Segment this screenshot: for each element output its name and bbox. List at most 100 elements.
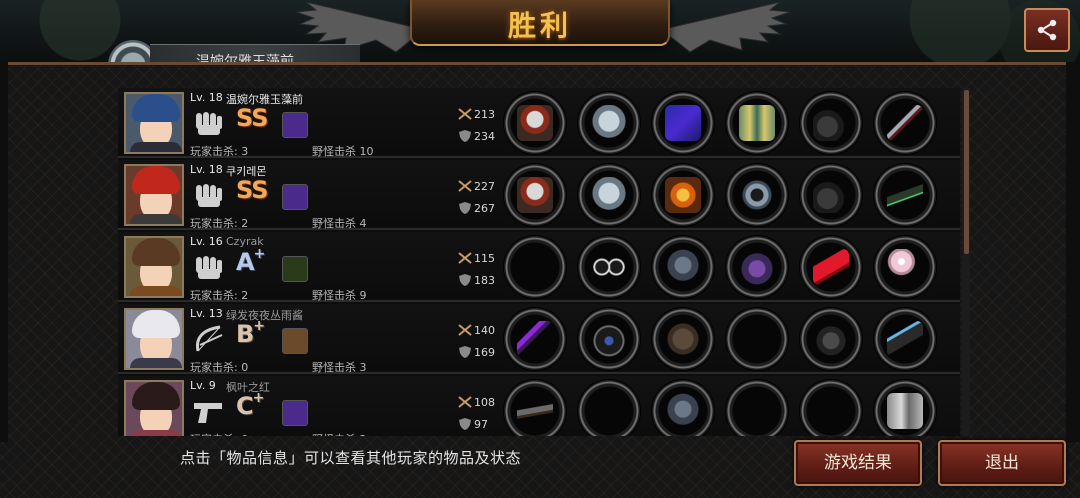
item-slot[interactable] xyxy=(874,164,936,226)
panel-top-border xyxy=(0,62,1080,65)
dark-helmet-icon xyxy=(591,321,627,357)
item-slot[interactable] xyxy=(652,236,714,298)
item-slot[interactable] xyxy=(874,236,936,298)
quiver-icon xyxy=(887,321,923,357)
item-slot[interactable] xyxy=(578,380,640,436)
player-avatar[interactable] xyxy=(124,164,184,226)
rank-plus: + xyxy=(252,390,265,406)
pistol-icon xyxy=(192,397,226,425)
fist-icon xyxy=(192,109,226,137)
item-slot[interactable] xyxy=(652,92,714,154)
monster-kills: 野怪击杀 2 xyxy=(312,431,367,436)
avatar-body xyxy=(130,214,182,224)
fist-icon xyxy=(192,253,226,281)
defense-stat: 267 xyxy=(458,202,495,215)
item-slot[interactable] xyxy=(578,236,640,298)
player-row[interactable]: Lv. 13 绿发夜夜丛雨酱 B+ 玩家击杀: 0 野怪击杀 3 140 169 xyxy=(118,304,960,374)
player-avatar[interactable] xyxy=(124,308,184,370)
empty-slot xyxy=(591,393,627,429)
attack-stat: 115 xyxy=(458,252,495,265)
item-slot[interactable] xyxy=(726,236,788,298)
item-slot[interactable] xyxy=(726,92,788,154)
glove-icon xyxy=(813,321,849,357)
player-kills: 玩家击杀: 3 xyxy=(190,145,249,158)
crossed-swords-icon xyxy=(458,396,472,408)
fist-icon xyxy=(192,181,226,209)
player-level: Lv. 13 xyxy=(190,307,223,320)
defense-stat: 234 xyxy=(458,130,495,143)
shield-icon xyxy=(458,130,472,142)
empty-slot xyxy=(739,321,775,357)
item-slot[interactable] xyxy=(874,380,936,436)
player-avatar[interactable] xyxy=(124,380,184,436)
item-slot[interactable] xyxy=(726,380,788,436)
item-slot[interactable] xyxy=(874,92,936,154)
item-slot[interactable] xyxy=(726,164,788,226)
boots-icon xyxy=(813,105,849,141)
player-level: Lv. 9 xyxy=(190,379,216,392)
rank-letter: B xyxy=(236,320,254,348)
item-slot[interactable] xyxy=(874,308,936,370)
item-slot[interactable] xyxy=(504,164,566,226)
defense-value: 97 xyxy=(474,418,488,431)
armor-icon xyxy=(665,249,701,285)
player-list[interactable]: Lv. 18 温婉尔雅玉藻前 SS 玩家击杀: 3 野怪击杀 10 213 23… xyxy=(118,88,960,436)
armor-icon xyxy=(665,393,701,429)
monster-kills: 野怪击杀 3 xyxy=(312,361,367,374)
player-row[interactable]: Lv. 16 Czyrak A+ 玩家击杀: 2 野怪击杀 9 115 183 xyxy=(118,232,960,302)
empty-slot xyxy=(517,249,553,285)
share-button[interactable] xyxy=(1024,8,1070,52)
player-avatar[interactable] xyxy=(124,236,184,298)
item-slot[interactable] xyxy=(800,380,862,436)
item-slot[interactable] xyxy=(800,164,862,226)
helmet-icon xyxy=(591,105,627,141)
glasses-icon xyxy=(591,249,627,285)
avatar-body xyxy=(130,286,182,296)
game-results-button[interactable]: 游戏结果 xyxy=(794,440,922,486)
pearl-icon xyxy=(887,249,923,285)
defense-value: 169 xyxy=(474,346,495,359)
rifle-icon xyxy=(887,177,923,213)
victory-title-plate: 胜利 xyxy=(410,0,670,46)
panel-left-edge xyxy=(0,62,8,442)
avatar-hair xyxy=(132,238,180,266)
empty-slot xyxy=(739,393,775,429)
avatar-hair xyxy=(132,166,180,194)
purple-cloak-icon xyxy=(665,105,701,141)
item-slot[interactable] xyxy=(726,308,788,370)
exit-button[interactable]: 退出 xyxy=(938,440,1066,486)
red-heels-icon xyxy=(813,249,849,285)
item-slot[interactable] xyxy=(652,164,714,226)
equipped-weapon-icon xyxy=(282,256,308,282)
player-kills: 玩家击杀: 2 xyxy=(190,217,249,230)
empty-slot xyxy=(813,393,849,429)
helmet-icon xyxy=(591,177,627,213)
rank-badge: SS xyxy=(236,104,268,132)
player-avatar[interactable] xyxy=(124,92,184,154)
item-slot[interactable] xyxy=(800,92,862,154)
item-slot[interactable] xyxy=(504,92,566,154)
item-slot[interactable] xyxy=(578,92,640,154)
item-slot[interactable] xyxy=(504,236,566,298)
player-row[interactable]: Lv. 18 쿠키레몬 SS 玩家击杀: 2 野怪击杀 4 227 267 xyxy=(118,160,960,230)
item-slot[interactable] xyxy=(578,308,640,370)
item-slot[interactable] xyxy=(800,236,862,298)
item-slot[interactable] xyxy=(652,308,714,370)
item-slot[interactable] xyxy=(652,380,714,436)
defense-value: 183 xyxy=(474,274,495,287)
item-slot[interactable] xyxy=(578,164,640,226)
item-slot[interactable] xyxy=(504,380,566,436)
purple-bow-icon xyxy=(517,321,553,357)
item-info-hint: 点击「物品信息」可以查看其他玩家的物品及状态 xyxy=(180,449,522,467)
item-slot[interactable] xyxy=(504,308,566,370)
item-slot[interactable] xyxy=(800,308,862,370)
avatar-hair xyxy=(132,94,180,122)
scrollbar-thumb[interactable] xyxy=(964,90,969,254)
player-row[interactable]: Lv. 9 枫叶之红 C+ 玩家击杀: 0 野怪击杀 2 108 97 xyxy=(118,376,960,436)
equipped-weapon-icon xyxy=(282,328,308,354)
player-row[interactable]: Lv. 18 温婉尔雅玉藻前 SS 玩家击杀: 3 野怪击杀 10 213 23… xyxy=(118,88,960,158)
attack-stat: 108 xyxy=(458,396,495,409)
avatar-body xyxy=(130,142,182,152)
victory-title: 胜利 xyxy=(507,9,572,42)
ring-icon xyxy=(739,177,775,213)
